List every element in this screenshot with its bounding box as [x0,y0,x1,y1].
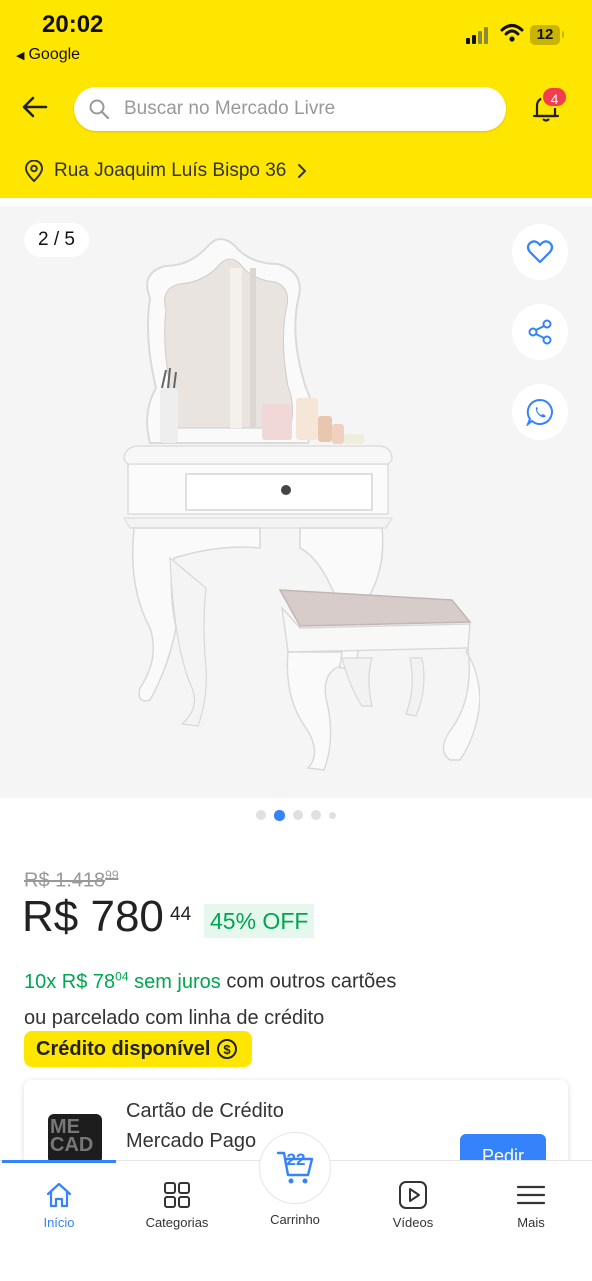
tab-mais[interactable]: Mais [472,1179,590,1230]
search-placeholder: Buscar no Mercado Livre [124,98,336,119]
installments-info: 10x R$ 7804 sem juros com outros cartões… [24,958,564,1036]
carousel-dot[interactable] [329,811,336,819]
tab-categorias[interactable]: Categorias [118,1179,236,1230]
signal-icon [466,26,494,44]
carousel-dot-active[interactable] [274,809,285,821]
search-icon [89,99,110,120]
installments-suffix: com outros cartões [220,970,397,993]
cart-count: 22 [286,1150,306,1169]
heart-icon [526,240,554,264]
installments-amount: 10x R$ 7804 sem juros [24,969,221,993]
tab-inicio-label: Início [43,1215,75,1230]
wifi-icon [500,24,524,42]
tab-categorias-label: Categorias [145,1215,209,1230]
current-price: R$ 780 [22,892,164,941]
back-app-label: Google [28,46,81,63]
carousel-dot[interactable] [256,810,266,820]
tab-videos[interactable]: Vídeos [354,1179,472,1230]
menu-icon [516,1185,546,1205]
carousel-dot[interactable] [293,810,303,820]
tab-videos-label: Vídeos [392,1215,434,1230]
credit-available-badge[interactable]: Crédito disponível $ [24,1031,253,1067]
svg-text:$: $ [224,1042,232,1057]
share-icon [528,319,552,345]
coin-icon: $ [217,1039,238,1059]
home-icon [46,1182,72,1208]
tab-carrinho-label: Carrinho [270,1212,320,1227]
product-gallery[interactable]: 2 / 5 [0,206,592,798]
discount-badge: 45% OFF [204,904,315,938]
whatsapp-share-button[interactable] [512,384,568,440]
active-tab-indicator [2,1160,116,1163]
share-button[interactable] [512,304,568,360]
notification-badge: 4 [541,86,568,108]
status-time: 20:02 [42,11,104,38]
installments-line2: ou parcelado com linha de crédito [24,1006,325,1029]
battery-icon: 12 [530,25,564,45]
tab-carrinho[interactable]: 22 [259,1132,331,1204]
tab-inicio[interactable]: Início [0,1179,118,1230]
location-pin-icon [24,160,44,182]
image-counter: 2 / 5 [24,223,89,257]
carousel-dots[interactable] [0,808,592,822]
chevron-right-icon [298,164,307,178]
old-price: R$ 1.41899 [24,868,119,892]
search-input[interactable]: Buscar no Mercado Livre [74,87,506,131]
address-text: Rua Joaquim Luís Bispo 36 [54,160,287,181]
address-row[interactable]: Rua Joaquim Luís Bispo 36 [24,158,308,184]
back-arrow-icon[interactable] [18,90,52,124]
play-icon [399,1181,427,1209]
header: 20:02 ◀ Google 12 Buscar no Mercado Livre… [0,0,592,198]
favorite-button[interactable] [512,224,568,280]
credit-badge-label: Crédito disponível [36,1037,211,1060]
whatsapp-icon [526,398,553,426]
tab-mais-label: Mais [517,1215,545,1230]
current-price-cents: 44 [170,904,192,925]
carousel-dot[interactable] [311,810,321,820]
product-image [122,238,480,771]
grid-icon [164,1182,190,1208]
credit-card-image: ME CAD [48,1114,102,1164]
back-to-app-link[interactable]: ◀ Google [16,46,80,64]
